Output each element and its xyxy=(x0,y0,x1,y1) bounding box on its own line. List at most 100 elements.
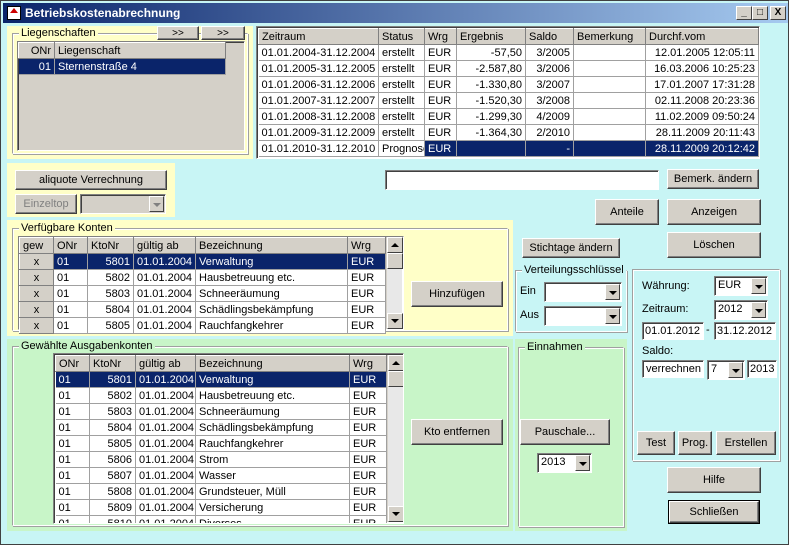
close-button[interactable]: X xyxy=(770,6,786,20)
table-row[interactable]: x 01 5805 01.01.2004 Rauchfangkehrer EUR xyxy=(19,317,386,334)
col-header-saldo[interactable]: Saldo xyxy=(525,28,574,45)
table-row[interactable]: 01 5806 01.01.2004 Strom EUR xyxy=(55,451,387,468)
test-button[interactable]: Test xyxy=(637,431,675,455)
col-header-bemerkung[interactable]: Bemerkung xyxy=(573,28,646,45)
cell-gew[interactable]: x xyxy=(19,317,54,334)
table-row[interactable]: x 01 5802 01.01.2004 Hausbetreuung etc. EUR xyxy=(19,269,386,286)
waehrung-combo[interactable]: EUR xyxy=(714,276,768,296)
scroll-down-icon[interactable] xyxy=(388,506,403,522)
cell-onr: 01 xyxy=(55,419,90,436)
col-header-gew[interactable]: gew xyxy=(19,237,54,254)
cell-ktonr: 5810 xyxy=(89,515,136,523)
maximize-button[interactable]: □ xyxy=(752,6,768,20)
aus-combo[interactable] xyxy=(544,306,622,326)
minimize-button[interactable]: _ xyxy=(736,6,752,20)
table-row[interactable]: 01.01.2009-31.12.2009 erstellt EUR -1.364,3… xyxy=(258,124,759,141)
einzeltop-button[interactable]: Einzeltop xyxy=(15,194,77,214)
prog-button[interactable]: Prog. xyxy=(678,431,712,455)
col-header-gueltig-ab[interactable]: gültig ab xyxy=(135,355,196,372)
table-row[interactable]: 01.01.2006-31.12.2006 erstellt EUR -1.330,8… xyxy=(258,76,759,93)
chevron-down-icon[interactable] xyxy=(149,196,164,212)
chevron-down-icon[interactable] xyxy=(605,284,620,300)
schliessen-button[interactable]: Schließen xyxy=(668,500,760,524)
table-row[interactable]: 01 5810 01.01.2004 Diverses EUR xyxy=(55,515,387,523)
cell-ktonr: 5803 xyxy=(87,285,134,302)
cell-durchf: 02.11.2008 20:23:36 xyxy=(645,92,759,109)
table-row[interactable]: 01 5801 01.01.2004 Verwaltung EUR xyxy=(55,371,387,388)
col-header-zeitraum[interactable]: Zeitraum xyxy=(258,28,379,45)
col-header-wrg[interactable]: Wrg xyxy=(424,28,457,45)
table-row[interactable]: 01 5805 01.01.2004 Rauchfangkehrer EUR xyxy=(55,435,387,452)
col-header-bezeichnung[interactable]: Bezeichnung xyxy=(195,237,348,254)
erstellen-button[interactable]: Erstellen xyxy=(716,431,776,455)
cell-gew[interactable]: x xyxy=(19,253,54,270)
verfuegbare-scrollbar[interactable] xyxy=(386,237,403,329)
liegenschaft-last-button[interactable]: >> xyxy=(201,26,245,40)
anzeigen-button[interactable]: Anzeigen xyxy=(667,199,761,225)
col-header-ktonr[interactable]: KtoNr xyxy=(87,237,134,254)
von-date-input[interactable]: 01.01.2012 xyxy=(642,322,704,340)
table-row[interactable]: 01 5803 01.01.2004 Schneeräumung EUR xyxy=(55,403,387,420)
table-row[interactable]: 01.01.2004-31.12.2004 erstellt EUR -57,50 3/… xyxy=(258,44,759,61)
cell-gew[interactable]: x xyxy=(19,269,54,286)
chevron-down-icon[interactable] xyxy=(605,308,620,324)
anteile-button[interactable]: Anteile xyxy=(595,199,659,225)
ein-combo[interactable] xyxy=(544,282,622,302)
col-header-bezeichnung[interactable]: Bezeichnung xyxy=(195,355,350,372)
col-header-onr[interactable]: ONr xyxy=(53,237,88,254)
einnahmen-year-combo[interactable]: 2013 xyxy=(537,453,592,473)
saldo-year-input[interactable]: 2013 xyxy=(747,360,777,378)
col-header-liegenschaft[interactable]: Liegenschaft xyxy=(54,42,226,59)
pauschale-button[interactable]: Pauschale... xyxy=(520,419,610,445)
col-header-wrg[interactable]: Wrg xyxy=(349,355,387,372)
scroll-down-icon[interactable] xyxy=(387,313,403,329)
saldo-month-combo[interactable]: 7 xyxy=(707,360,745,380)
zeitraum-combo[interactable]: 2012 xyxy=(714,300,768,320)
col-header-wrg[interactable]: Wrg xyxy=(347,237,386,254)
scroll-thumb[interactable] xyxy=(387,253,403,269)
col-header-durchf[interactable]: Durchf.vom xyxy=(645,28,759,45)
chevron-down-icon[interactable] xyxy=(751,278,766,294)
col-header-gueltig-ab[interactable]: gültig ab xyxy=(133,237,196,254)
loeschen-button[interactable]: Löschen xyxy=(667,232,761,258)
table-row[interactable]: x 01 5804 01.01.2004 Schädlingsbekämpfung EUR xyxy=(19,301,386,318)
chevron-down-icon[interactable] xyxy=(751,302,766,318)
table-row[interactable]: 01 Sternenstraße 4 xyxy=(18,58,226,75)
col-header-ergebnis[interactable]: Ergebnis xyxy=(456,28,526,45)
hilfe-button[interactable]: Hilfe xyxy=(667,467,761,493)
col-header-onr[interactable]: ONr xyxy=(55,355,90,372)
table-row[interactable]: 01.01.2007-31.12.2007 erstellt EUR -1.520,3… xyxy=(258,92,759,109)
chevron-down-icon[interactable] xyxy=(728,362,743,378)
hinzufuegen-button[interactable]: Hinzufügen xyxy=(411,281,503,307)
table-row[interactable]: x 01 5801 01.01.2004 Verwaltung EUR xyxy=(19,253,386,270)
verrechnen-field[interactable]: verrechnen xyxy=(642,360,704,378)
table-row[interactable]: 01.01.2008-31.12.2008 erstellt EUR -1.299,3… xyxy=(258,108,759,125)
table-row[interactable]: 01 5808 01.01.2004 Grundsteuer, Müll EUR xyxy=(55,483,387,500)
col-header-ktonr[interactable]: KtoNr xyxy=(89,355,136,372)
bis-date-input[interactable]: 31.12.2012 xyxy=(714,322,776,340)
aliquote-verrechnung-toggle[interactable]: aliquote Verrechnung xyxy=(15,170,167,190)
scroll-up-icon[interactable] xyxy=(387,237,403,253)
stichtage-aendern-button[interactable]: Stichtage ändern xyxy=(522,238,620,258)
scroll-thumb[interactable] xyxy=(388,371,403,387)
table-row[interactable]: 01.01.2005-31.12.2005 erstellt EUR -2.587,8… xyxy=(258,60,759,77)
chevron-down-icon[interactable] xyxy=(575,455,590,471)
cell-gew[interactable]: x xyxy=(19,285,54,302)
title-bar[interactable]: Betriebskostenabrechnung _ □ X xyxy=(3,3,788,23)
table-row[interactable]: x 01 5803 01.01.2004 Schneeräumung EUR xyxy=(19,285,386,302)
kto-entfernen-button[interactable]: Kto entfernen xyxy=(411,419,503,445)
table-row[interactable]: 01.01.2010-31.12.2010 Prognose EUR - 28.11.2… xyxy=(258,140,759,157)
table-row[interactable]: 01 5807 01.01.2004 Wasser EUR xyxy=(55,467,387,484)
scroll-up-icon[interactable] xyxy=(388,355,403,371)
col-header-status[interactable]: Status xyxy=(378,28,425,45)
bemerkung-input[interactable] xyxy=(385,170,659,190)
bemerkung-aendern-button[interactable]: Bemerk. ändern xyxy=(667,169,759,189)
table-row[interactable]: 01 5809 01.01.2004 Versicherung EUR xyxy=(55,499,387,516)
table-row[interactable]: 01 5804 01.01.2004 Schädlingsbekämpfung EUR xyxy=(55,419,387,436)
gewaehlte-scrollbar[interactable] xyxy=(387,355,403,522)
cell-gew[interactable]: x xyxy=(19,301,54,318)
table-row[interactable]: 01 5802 01.01.2004 Hausbetreuung etc. EUR xyxy=(55,387,387,404)
col-header-onr[interactable]: ONr xyxy=(18,42,55,59)
liegenschaft-next-button[interactable]: >> xyxy=(157,26,199,40)
einzeltop-combo[interactable] xyxy=(80,194,166,214)
